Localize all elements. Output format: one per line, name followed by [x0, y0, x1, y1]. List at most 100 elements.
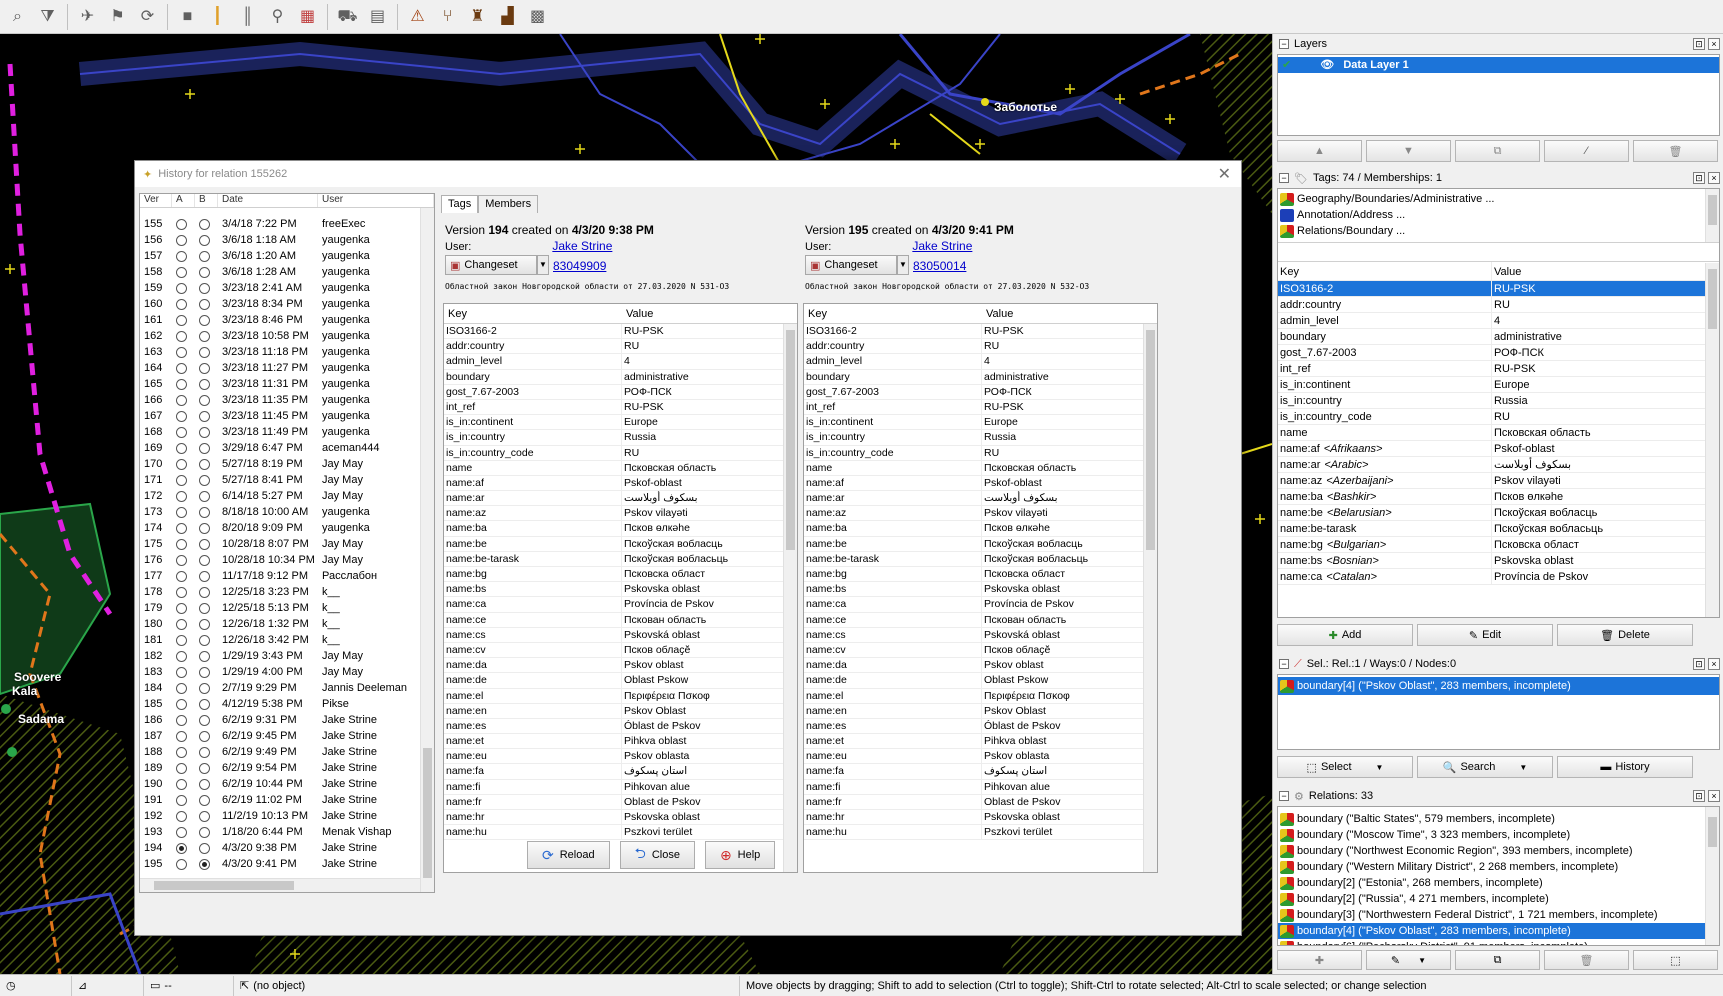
wall-button[interactable]: ▦	[294, 3, 321, 30]
radio-b[interactable]	[199, 794, 210, 806]
radio-a[interactable]	[176, 538, 187, 550]
close-icon[interactable]: ×	[1708, 172, 1720, 184]
version-row[interactable]: 159 3/23/18 2:41 AM yaugenka	[140, 280, 434, 296]
key-header[interactable]: Key	[804, 304, 982, 323]
radio-b[interactable]	[199, 522, 210, 534]
radio-b[interactable]	[199, 250, 210, 262]
tag-row[interactable]: is_in:country_code RU	[1278, 409, 1719, 425]
detach-icon[interactable]: ⊡	[1693, 172, 1705, 184]
radio-b[interactable]	[199, 570, 210, 582]
tag-row[interactable]: name:af <Afrikaans> Pskof-oblast	[1278, 441, 1719, 457]
add-tag-button[interactable]: ✚ Add	[1277, 624, 1413, 646]
relation-item[interactable]: boundary[2] ("Estonia", 268 members, inc…	[1278, 875, 1719, 891]
version-row[interactable]: 191 6/2/19 11:02 PM Jake Strine	[140, 792, 434, 808]
selection-item[interactable]: boundary[4] ("Pskov Oblast", 283 members…	[1278, 677, 1719, 695]
version-row[interactable]: 175 10/28/18 8:07 PM Jay May	[140, 536, 434, 552]
helicopter-button[interactable]: ⚑	[104, 3, 131, 30]
tag-row[interactable]: ISO3166-2 RU-PSK	[1278, 281, 1719, 297]
radio-b[interactable]	[199, 378, 210, 390]
version-row[interactable]: 164 3/23/18 11:27 PM yaugenka	[140, 360, 434, 376]
version-row[interactable]: 190 6/2/19 10:44 PM Jake Strine	[140, 776, 434, 792]
radio-b[interactable]	[199, 650, 210, 662]
radio-b[interactable]	[199, 218, 210, 230]
relation-item[interactable]: boundary ("Northwest Economic Region", 3…	[1278, 843, 1719, 859]
radio-a[interactable]	[176, 458, 187, 470]
help-button[interactable]: ⊕ Help	[704, 841, 776, 869]
relation-item[interactable]: boundary[3] ("Northwestern Federal Distr…	[1278, 907, 1719, 923]
radio-a[interactable]	[176, 650, 187, 662]
radio-a[interactable]	[176, 218, 187, 230]
radio-b[interactable]	[199, 810, 210, 822]
version-row[interactable]: 195 4/3/20 9:41 PM Jake Strine	[140, 856, 434, 872]
radio-a[interactable]	[176, 810, 187, 822]
relation-item[interactable]: boundary ("Western Military District", 2…	[1278, 859, 1719, 875]
relation-item[interactable]: boundary ("Baltic States", 579 members, …	[1278, 811, 1719, 827]
radio-a[interactable]	[176, 506, 187, 518]
version-row[interactable]: 157 3/6/18 1:20 AM yaugenka	[140, 248, 434, 264]
radio-a[interactable]	[176, 474, 187, 486]
version-row[interactable]: 163 3/23/18 11:18 PM yaugenka	[140, 344, 434, 360]
version-row[interactable]: 170 5/27/18 8:19 PM Jay May	[140, 456, 434, 472]
header-a[interactable]: A	[172, 194, 195, 207]
radio-b[interactable]	[199, 394, 210, 406]
radio-b[interactable]	[199, 618, 210, 630]
changeset-link[interactable]: 83050014	[913, 259, 966, 273]
radio-b[interactable]	[199, 858, 210, 870]
header-user[interactable]: User	[318, 194, 434, 207]
radio-a[interactable]	[176, 858, 187, 870]
version-row[interactable]: 176 10/28/18 10:34 PM Jay May	[140, 552, 434, 568]
radio-a[interactable]	[176, 842, 187, 854]
road-button[interactable]: ┃	[204, 3, 231, 30]
close-icon[interactable]: ×	[1708, 790, 1720, 802]
bus-button[interactable]: ▤	[364, 3, 391, 30]
radio-b[interactable]	[199, 442, 210, 454]
version-row[interactable]: 192 11/2/19 10:13 PM Jake Strine	[140, 808, 434, 824]
radio-b[interactable]	[199, 730, 210, 742]
version-row[interactable]: 185 4/12/19 5:38 PM Pikse	[140, 696, 434, 712]
radio-b[interactable]	[199, 826, 210, 838]
grid-button[interactable]: ▩	[524, 3, 551, 30]
header-b[interactable]: B	[195, 194, 218, 207]
changeset-link[interactable]: 83049909	[553, 259, 606, 273]
preset-item[interactable]: Geography/Boundaries/Administrative ...	[1278, 191, 1719, 207]
version-row[interactable]: 177 11/17/18 9:12 PM Расслабон	[140, 568, 434, 584]
collapse-icon[interactable]: −	[1279, 791, 1289, 801]
radio-b[interactable]	[199, 282, 210, 294]
version-row[interactable]: 182 1/29/19 3:43 PM Jay May	[140, 648, 434, 664]
radio-a[interactable]	[176, 746, 187, 758]
delete-tag-button[interactable]: 🗑 Delete	[1557, 624, 1693, 646]
radio-b[interactable]	[199, 266, 210, 278]
value-header[interactable]: Value	[622, 304, 653, 323]
radio-a[interactable]	[176, 666, 187, 678]
pin-button[interactable]: ⚲	[264, 3, 291, 30]
radio-a[interactable]	[176, 330, 187, 342]
square-button[interactable]: ■	[174, 3, 201, 30]
version-row[interactable]: 167 3/23/18 11:45 PM yaugenka	[140, 408, 434, 424]
radio-b[interactable]	[199, 634, 210, 646]
chevron-down-icon[interactable]: ▼	[1418, 956, 1426, 965]
dialog-titlebar[interactable]: ✦ History for relation 155262	[135, 161, 1241, 187]
radio-a[interactable]	[176, 490, 187, 502]
user-link[interactable]: Jake Strine	[552, 239, 612, 253]
radio-b[interactable]	[199, 362, 210, 374]
tab-tags[interactable]: Tags	[441, 195, 479, 213]
radio-a[interactable]	[176, 618, 187, 630]
version-row[interactable]: 180 12/26/18 1:32 PM k__	[140, 616, 434, 632]
radio-a[interactable]	[176, 682, 187, 694]
factory-button[interactable]: ▟	[494, 3, 521, 30]
radio-a[interactable]	[176, 250, 187, 262]
select-button[interactable]: ⬚ Select ▼	[1277, 756, 1413, 778]
chevron-down-icon[interactable]: ▼	[1376, 763, 1384, 772]
tag-row[interactable]: name:az <Azerbaijani> Pskov vilayəti	[1278, 473, 1719, 489]
delete-relation-button[interactable]: 🗑	[1544, 950, 1629, 970]
radio-b[interactable]	[199, 762, 210, 774]
version-row[interactable]: 188 6/2/19 9:49 PM Jake Strine	[140, 744, 434, 760]
radio-b[interactable]	[199, 490, 210, 502]
radio-b[interactable]	[199, 602, 210, 614]
select-relation-button[interactable]: ⬚	[1633, 950, 1718, 970]
tag-row[interactable]: admin_level 4	[1278, 313, 1719, 329]
version-row[interactable]: 158 3/6/18 1:28 AM yaugenka	[140, 264, 434, 280]
version-row[interactable]: 186 6/2/19 9:31 PM Jake Strine	[140, 712, 434, 728]
radio-a[interactable]	[176, 346, 187, 358]
header-date[interactable]: Date	[218, 194, 318, 207]
